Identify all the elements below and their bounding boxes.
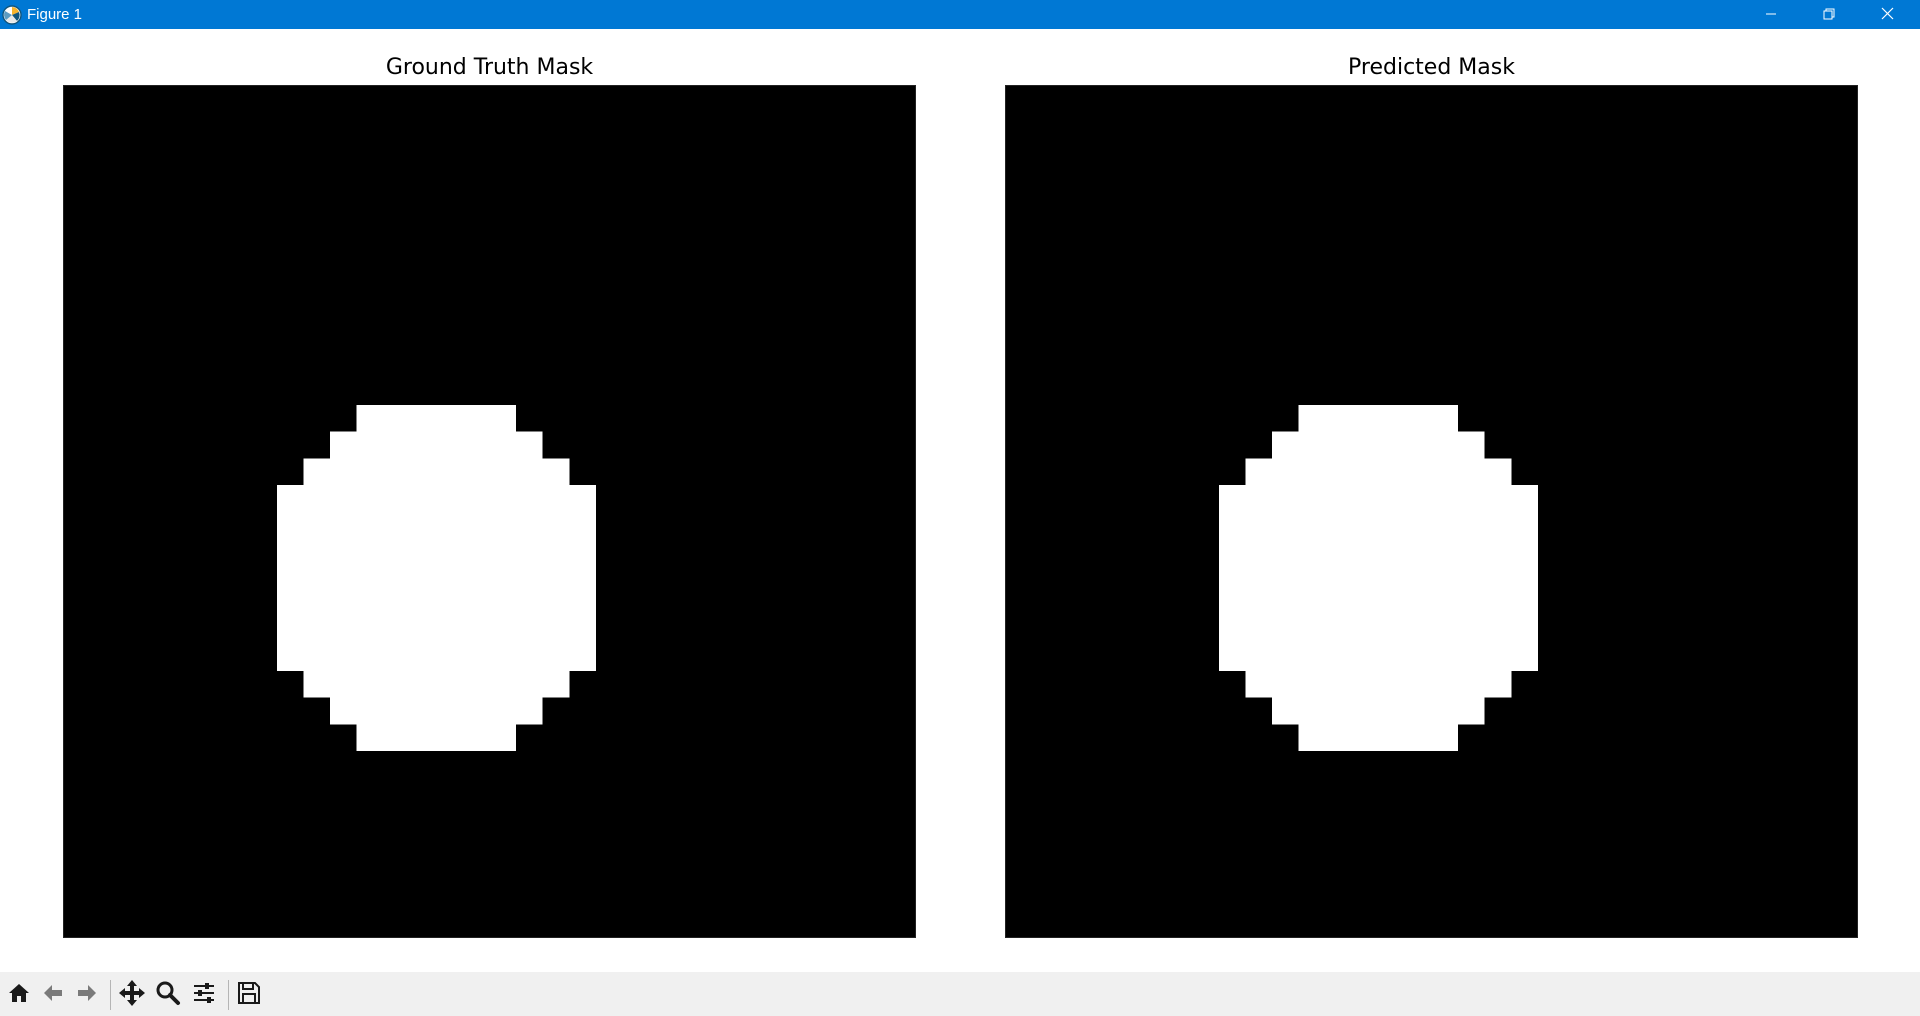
forward-icon <box>74 980 100 1010</box>
back-icon <box>40 980 66 1010</box>
minimize-icon <box>1765 5 1777 24</box>
close-button[interactable] <box>1858 0 1916 29</box>
zoom-icon <box>155 980 181 1010</box>
mask-row-segment <box>1218 484 1538 512</box>
mask-row-segment <box>276 591 596 618</box>
mask-row-segment <box>276 511 596 539</box>
mask-row-segment <box>1218 564 1538 592</box>
mask-row-segment <box>276 617 596 645</box>
mask-row-segment <box>1218 538 1538 565</box>
mask-row-segment <box>303 671 570 698</box>
save-button[interactable] <box>234 980 264 1010</box>
mask-row-segment <box>1218 644 1538 672</box>
mask-row-segment <box>276 484 596 512</box>
toolbar-separator <box>228 980 229 1010</box>
mask-row-segment <box>1218 617 1538 645</box>
forward-button[interactable] <box>72 980 102 1010</box>
mask-row-segment <box>1271 431 1485 459</box>
toolbar-separator <box>110 980 111 1010</box>
restore-icon <box>1823 5 1835 24</box>
window-title: Figure 1 <box>27 6 83 23</box>
matplotlib-logo-icon <box>2 5 22 25</box>
home-button[interactable] <box>4 980 34 1010</box>
subplot-title-ground-truth: Ground Truth Mask <box>385 55 594 80</box>
navigation-toolbar <box>0 972 1920 1016</box>
predicted-mask-image <box>1006 86 1857 937</box>
subplot-title-predicted: Predicted Mask <box>1348 55 1515 80</box>
mask-row-segment <box>1218 591 1538 618</box>
restore-button[interactable] <box>1800 0 1858 29</box>
mask-row-segment <box>329 431 543 459</box>
pan-button[interactable] <box>117 980 147 1010</box>
mask-row-segment <box>356 405 517 432</box>
configure-subplots-button[interactable] <box>189 980 219 1010</box>
save-icon <box>236 980 262 1010</box>
mask-row-segment <box>303 458 570 485</box>
mask-row-segment <box>1245 671 1512 698</box>
close-icon <box>1881 5 1894 24</box>
figure-window: Figure 1 Ground Truth Mask Predicted Mas… <box>0 0 1920 1016</box>
title-bar[interactable]: Figure 1 <box>0 0 1920 29</box>
figure-canvas[interactable]: Ground Truth Mask Predicted Mask <box>0 29 1920 972</box>
mask-row-segment <box>1298 724 1459 751</box>
mask-row-segment <box>1218 511 1538 539</box>
mask-row-segment <box>1271 697 1485 725</box>
mask-row-segment <box>1245 458 1512 485</box>
ground-truth-mask-image <box>64 86 915 937</box>
mask-row-segment <box>1298 405 1459 432</box>
mask-row-segment <box>276 644 596 672</box>
back-button[interactable] <box>38 980 68 1010</box>
pan-icon <box>118 979 146 1011</box>
axes-ground-truth-mask[interactable] <box>63 85 916 938</box>
mask-row-segment <box>356 724 517 751</box>
mask-row-segment <box>329 697 543 725</box>
axes-predicted-mask[interactable] <box>1005 85 1858 938</box>
minimize-button[interactable] <box>1742 0 1800 29</box>
mask-row-segment <box>276 564 596 592</box>
configure-subplots-icon <box>191 980 217 1010</box>
home-icon <box>6 980 32 1010</box>
mask-row-segment <box>276 538 596 565</box>
zoom-button[interactable] <box>153 980 183 1010</box>
